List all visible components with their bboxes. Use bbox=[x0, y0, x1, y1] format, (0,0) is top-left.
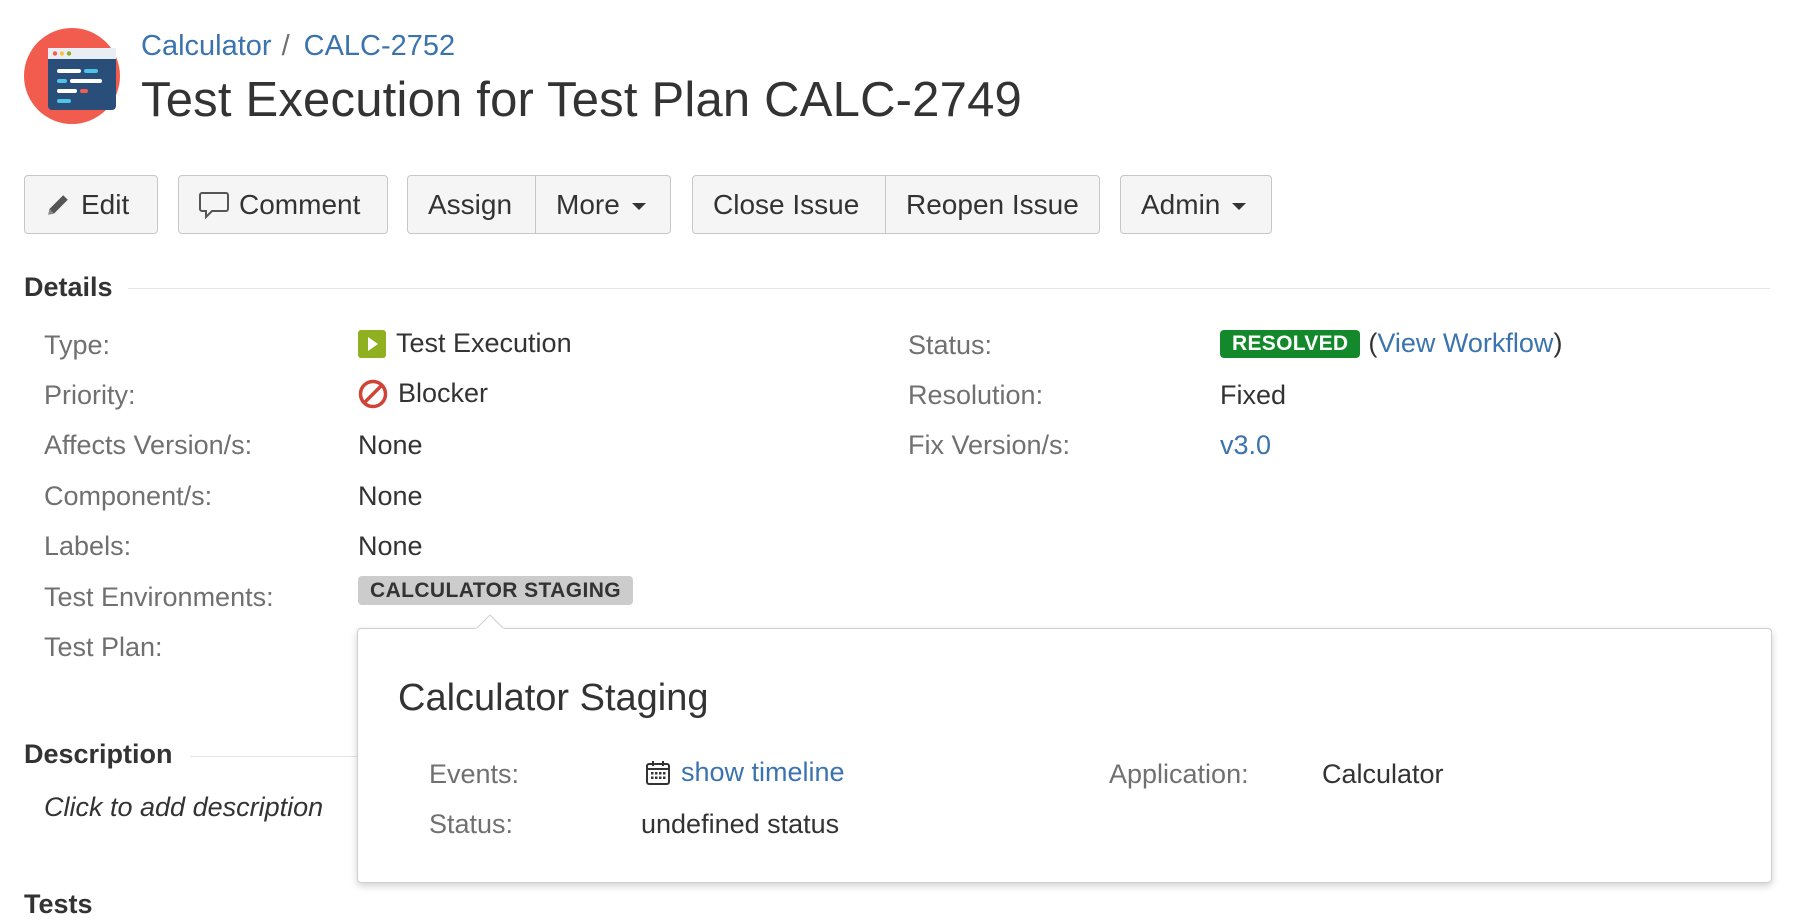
fix-versions-value: v3.0 bbox=[1220, 430, 1271, 461]
details-heading: Details bbox=[24, 272, 113, 302]
project-avatar[interactable] bbox=[24, 28, 120, 124]
type-value-text: Test Execution bbox=[396, 328, 572, 358]
description-divider bbox=[190, 756, 360, 757]
show-timeline-link[interactable]: show timeline bbox=[681, 757, 845, 788]
labels-label: Labels: bbox=[44, 531, 132, 561]
workflow-button-group: Close Issue Reopen Issue bbox=[692, 175, 1100, 234]
resolution-value: Fixed bbox=[1220, 380, 1287, 410]
affects-versions-label: Affects Version/s: bbox=[44, 430, 253, 460]
popup-status-value: undefined status bbox=[641, 809, 840, 839]
labels-value: None bbox=[358, 531, 423, 561]
priority-label: Priority: bbox=[44, 380, 136, 410]
assign-button-label: Assign bbox=[428, 188, 513, 220]
admin-button[interactable]: Admin bbox=[1121, 176, 1266, 233]
view-workflow-open-paren: ( bbox=[1368, 328, 1378, 358]
more-button[interactable]: More bbox=[535, 176, 666, 233]
test-environment-tag-text: CALCULATOR STAGING bbox=[358, 576, 634, 605]
description-placeholder[interactable]: Click to add description bbox=[44, 792, 323, 823]
popup-arrow bbox=[476, 614, 504, 642]
chevron-down-icon bbox=[631, 202, 646, 210]
page-title: Test Execution for Test Plan CALC-2749 bbox=[141, 73, 1022, 127]
popup-events-value: show timeline bbox=[645, 757, 845, 788]
popup-events-label: Events: bbox=[429, 759, 520, 789]
assign-more-button-group: Assign More bbox=[407, 175, 671, 234]
view-workflow-close-paren: ) bbox=[1553, 328, 1563, 358]
type-label: Type: bbox=[44, 330, 111, 360]
edit-button-label: Edit bbox=[81, 188, 130, 220]
test-environment-popup: Calculator Staging Events: show timeline… bbox=[357, 628, 1772, 883]
comment-button-group: Comment bbox=[178, 175, 388, 234]
components-label: Component/s: bbox=[44, 481, 213, 511]
status-label: Status: bbox=[908, 330, 993, 360]
admin-button-label: Admin bbox=[1141, 188, 1221, 220]
chevron-down-icon bbox=[1232, 202, 1247, 210]
details-divider bbox=[128, 288, 1770, 289]
breadcrumb-issue-key-link[interactable]: CALC-2752 bbox=[304, 30, 456, 62]
fix-version-link[interactable]: v3.0 bbox=[1220, 430, 1271, 461]
tests-heading: Tests bbox=[24, 889, 93, 919]
comment-button-label: Comment bbox=[239, 188, 361, 220]
blocker-priority-icon bbox=[358, 379, 388, 408]
reopen-issue-button[interactable]: Reopen Issue bbox=[885, 176, 1099, 233]
affects-versions-value: None bbox=[358, 430, 423, 460]
breadcrumb-project-link[interactable]: Calculator bbox=[141, 30, 272, 62]
test-environment-tag[interactable]: CALCULATOR STAGING bbox=[358, 576, 634, 605]
test-plan-label: Test Plan: bbox=[44, 632, 163, 662]
type-value: Test Execution bbox=[358, 328, 572, 359]
calendar-icon bbox=[646, 760, 670, 785]
priority-value: Blocker bbox=[358, 378, 488, 409]
priority-value-text: Blocker bbox=[398, 378, 489, 408]
popup-application-label: Application: bbox=[1109, 759, 1249, 789]
reopen-issue-button-label: Reopen Issue bbox=[906, 188, 1079, 220]
pencil-icon bbox=[48, 194, 68, 215]
speech-bubble-icon bbox=[199, 191, 229, 219]
assign-button[interactable]: Assign bbox=[408, 176, 535, 233]
test-environments-label: Test Environments: bbox=[44, 582, 274, 612]
breadcrumb: Calculator / CALC-2752 bbox=[141, 30, 455, 63]
more-button-label: More bbox=[556, 188, 620, 220]
fix-versions-label: Fix Version/s: bbox=[908, 430, 1071, 460]
view-workflow-link[interactable]: View Workflow bbox=[1377, 328, 1553, 359]
description-heading: Description bbox=[24, 739, 173, 769]
status-badge: RESOLVED bbox=[1220, 329, 1361, 358]
comment-button[interactable]: Comment bbox=[179, 176, 380, 233]
status-value: RESOLVED (View Workflow) bbox=[1220, 328, 1562, 359]
close-issue-button-label: Close Issue bbox=[713, 188, 860, 220]
edit-button-group: Edit bbox=[24, 175, 158, 234]
popup-title: Calculator Staging bbox=[398, 677, 709, 719]
breadcrumb-separator: / bbox=[281, 30, 290, 62]
admin-button-group: Admin bbox=[1120, 175, 1272, 234]
components-value: None bbox=[358, 481, 423, 511]
resolution-label: Resolution: bbox=[908, 380, 1044, 410]
close-issue-button[interactable]: Close Issue bbox=[693, 176, 885, 233]
popup-status-label: Status: bbox=[429, 809, 514, 839]
edit-button[interactable]: Edit bbox=[25, 176, 149, 233]
popup-application-value: Calculator bbox=[1322, 759, 1444, 789]
test-execution-icon bbox=[358, 329, 386, 358]
